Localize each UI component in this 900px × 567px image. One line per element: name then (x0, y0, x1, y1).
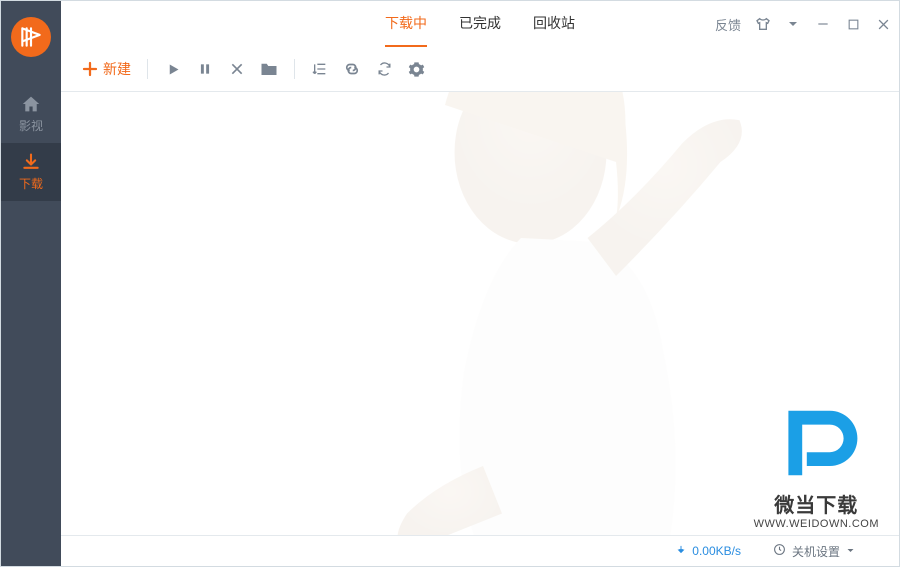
tab-bar: 下载中 已完成 回收站 (385, 1, 575, 47)
sort-icon (312, 61, 328, 77)
status-bar: 0.00KB/s 关机设置 (61, 536, 899, 566)
download-speed-icon (676, 544, 686, 559)
minimize-button[interactable] (815, 16, 831, 32)
pause-icon (198, 62, 212, 76)
tab-recycle[interactable]: 回收站 (533, 1, 575, 47)
download-icon (20, 152, 42, 172)
app-window: 影视 下载 下载中 已完成 回收站 (0, 0, 900, 567)
new-task-button[interactable]: 新建 (75, 54, 137, 84)
menu-dropdown-button[interactable] (785, 16, 801, 32)
start-button[interactable] (158, 54, 188, 84)
home-icon (20, 94, 42, 114)
logo-icon (18, 24, 44, 50)
maximize-button[interactable] (845, 16, 861, 32)
sidebar-item-label: 下载 (19, 175, 43, 192)
background-illustration (179, 91, 899, 536)
download-list-area (61, 91, 899, 536)
shirt-icon (755, 16, 771, 32)
speed-value: 0.00KB/s (692, 544, 741, 558)
skin-button[interactable] (755, 16, 771, 32)
refresh-button[interactable] (369, 54, 399, 84)
speed-indicator: 0.00KB/s (676, 544, 741, 559)
gear-icon (408, 61, 425, 78)
separator (147, 59, 148, 79)
x-icon (229, 61, 245, 77)
play-icon (166, 62, 181, 77)
tab-label: 回收站 (533, 13, 575, 33)
toolbar: 新建 (61, 47, 899, 91)
shutdown-settings-button[interactable]: 关机设置 (773, 543, 855, 560)
tab-label: 下载中 (385, 13, 427, 33)
maximize-icon (847, 18, 860, 31)
plus-icon (81, 60, 99, 78)
sidebar: 影视 下载 (1, 1, 61, 566)
feedback-link[interactable]: 反馈 (715, 15, 741, 34)
tab-downloading[interactable]: 下载中 (385, 1, 427, 47)
app-logo (11, 17, 51, 57)
shutdown-label: 关机设置 (792, 543, 840, 560)
clock-icon (773, 543, 786, 559)
window-controls: 反馈 (715, 15, 891, 34)
sort-button[interactable] (305, 54, 335, 84)
minimize-icon (816, 17, 830, 31)
settings-button[interactable] (401, 54, 431, 84)
folder-icon (260, 61, 278, 77)
close-icon (876, 17, 891, 32)
pause-button[interactable] (190, 54, 220, 84)
new-button-label: 新建 (103, 59, 131, 79)
sidebar-item-download[interactable]: 下载 (1, 143, 61, 201)
tab-label: 已完成 (459, 13, 501, 33)
tab-completed[interactable]: 已完成 (459, 1, 501, 47)
sidebar-item-label: 影视 (19, 117, 43, 134)
main-area: 下载中 已完成 回收站 反馈 (61, 1, 899, 566)
separator (294, 59, 295, 79)
open-folder-button[interactable] (254, 54, 284, 84)
chevron-down-icon (787, 18, 799, 30)
sidebar-item-media[interactable]: 影视 (1, 85, 61, 143)
close-button[interactable] (875, 16, 891, 32)
topbar: 下载中 已完成 回收站 反馈 (61, 1, 899, 47)
delete-button[interactable] (222, 54, 252, 84)
refresh-icon (376, 61, 393, 77)
link-icon (343, 61, 361, 77)
link-button[interactable] (337, 54, 367, 84)
chevron-down-icon (846, 544, 855, 558)
